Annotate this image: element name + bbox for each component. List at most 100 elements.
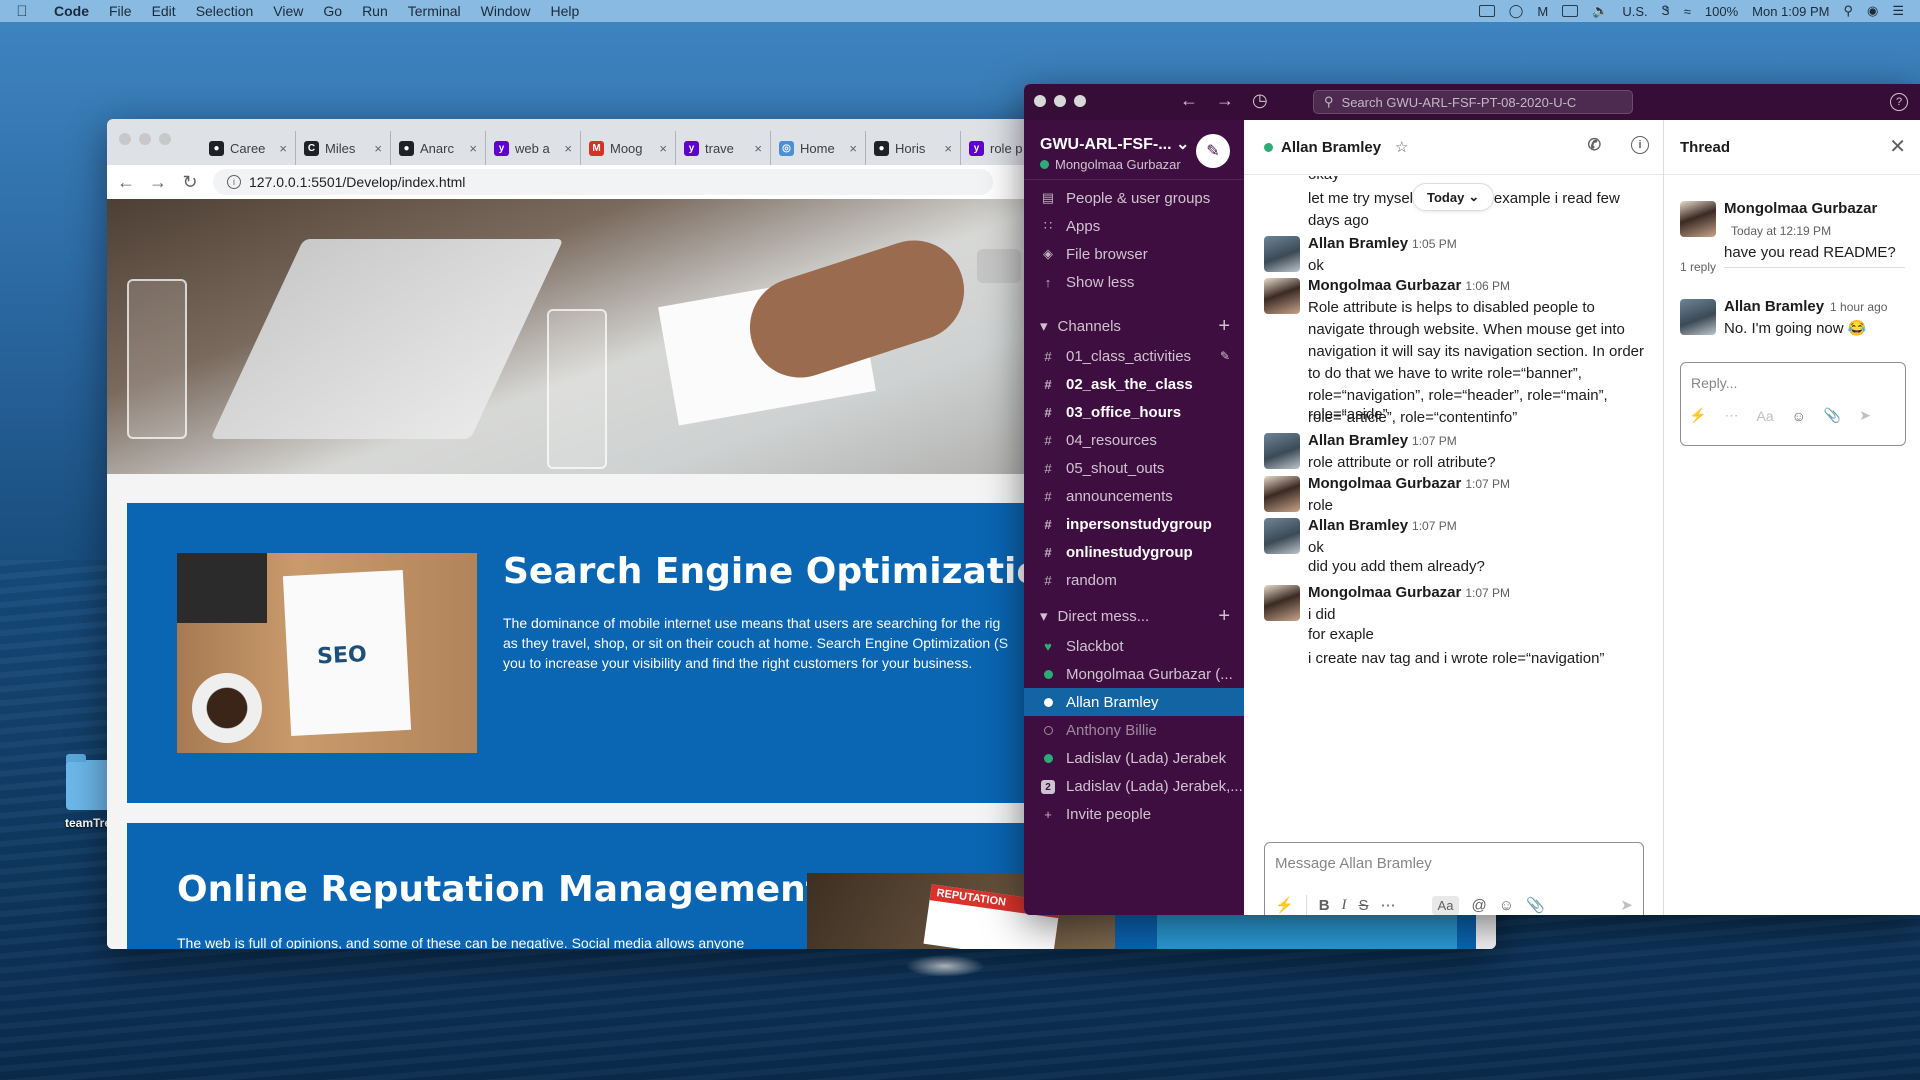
apple-icon[interactable]:  <box>0 3 44 20</box>
back-arrow-icon[interactable]: ← <box>117 172 135 193</box>
shortcuts-icon[interactable]: ⚡ <box>1275 896 1294 914</box>
phone-icon[interactable]: ✆ <box>1588 135 1601 155</box>
attach-icon[interactable]: 📎 <box>1824 407 1841 424</box>
message-time[interactable]: 1:07 PM <box>1412 434 1457 448</box>
close-tab-icon[interactable]: × <box>659 141 667 156</box>
menu-view[interactable]: View <box>263 3 313 19</box>
clock[interactable]: Mon 1:09 PM <box>1752 4 1829 19</box>
close-tab-icon[interactable]: × <box>279 141 287 156</box>
browser-tab[interactable]: M Moog × <box>581 131 676 165</box>
avatar[interactable] <box>1264 236 1300 272</box>
forward-arrow-icon[interactable]: → <box>149 172 167 193</box>
forward-arrow-icon[interactable]: → <box>1216 90 1234 111</box>
message-author[interactable]: Allan Bramley <box>1308 517 1408 534</box>
close-tab-icon[interactable]: × <box>754 141 762 156</box>
message-time[interactable]: 1:07 PM <box>1465 477 1510 491</box>
message[interactable]: Allan Bramley 1:07 PM role attribute or ro… <box>1244 430 1663 474</box>
message[interactable]: Mongolmaa Gurbazar 1:07 PM i did <box>1244 582 1663 626</box>
dm-item[interactable]: Ladislav (Lada) Jerabek <box>1024 744 1244 772</box>
dm-item[interactable]: ♥ Slackbot <box>1024 632 1244 660</box>
channel-item[interactable]: #02_ask_the_class <box>1024 370 1244 398</box>
message-author[interactable]: Allan Bramley <box>1308 432 1408 449</box>
thread-parent-message[interactable]: Mongolmaa Gurbazar Today at 12:19 PM hav… <box>1664 198 1920 264</box>
close-tab-icon[interactable]: × <box>374 141 382 156</box>
avatar[interactable] <box>1264 585 1300 621</box>
dm-item[interactable]: 2 Ladislav (Lada) Jerabek,... <box>1024 772 1244 800</box>
attach-icon[interactable]: 📎 <box>1526 896 1545 914</box>
more-formatting-icon[interactable]: ⋯ <box>1381 896 1396 914</box>
slack-minimize-button[interactable] <box>1054 95 1066 107</box>
bluetooth-icon[interactable]: Ꮥ <box>1662 3 1670 19</box>
message-author[interactable]: Mongolmaa Gurbazar <box>1308 277 1461 294</box>
menu-run[interactable]: Run <box>352 3 398 19</box>
channels-header[interactable]: ▾ Channels + <box>1024 310 1244 342</box>
close-tab-icon[interactable]: × <box>564 141 572 156</box>
sidebar-item-people[interactable]: ▤ People & user groups <box>1024 184 1244 212</box>
chat-title[interactable]: Allan Bramley <box>1281 139 1381 156</box>
zoom-icon[interactable] <box>1478 5 1495 17</box>
message-time[interactable]: 1:06 PM <box>1465 279 1510 293</box>
compose-button[interactable]: ✎ <box>1196 134 1230 168</box>
avatar[interactable] <box>1680 201 1716 237</box>
wifi-icon[interactable]: ≈ <box>1684 4 1691 19</box>
message-time[interactable]: Today at 12:19 PM <box>1731 224 1831 238</box>
browser-tab[interactable]: ● Anarc × <box>391 131 486 165</box>
site-info-icon[interactable]: i <box>227 175 241 189</box>
channel-item[interactable]: #04_resources <box>1024 426 1244 454</box>
formatting-toggle-icon[interactable]: Aa <box>1431 895 1460 915</box>
notification-center-icon[interactable]: ☰ <box>1892 3 1904 19</box>
browser-tab[interactable]: C Miles × <box>296 131 391 165</box>
slack-search-bar[interactable]: ⚲ Search GWU-ARL-FSF-PT-08-2020-U-C <box>1313 90 1633 114</box>
avatar[interactable] <box>1264 518 1300 554</box>
channel-item[interactable]: # inpersonstudygroup <box>1024 510 1244 538</box>
message-input[interactable]: Message Allan Bramley <box>1265 843 1643 885</box>
shortcuts-icon[interactable]: ⚡ <box>1689 407 1706 424</box>
dm-item[interactable]: Allan Bramley <box>1024 688 1244 716</box>
avatar[interactable] <box>1264 278 1300 314</box>
close-tab-icon[interactable]: × <box>849 141 857 156</box>
airdrop-icon[interactable]: ◯ <box>1509 3 1524 19</box>
dm-item[interactable]: Mongolmaa Gurbazar (... <box>1024 660 1244 688</box>
date-divider-today[interactable]: Today ⌄ <box>1412 183 1495 211</box>
minimize-window-button[interactable] <box>139 133 151 145</box>
avatar[interactable] <box>1264 433 1300 469</box>
message[interactable]: Mongolmaa Gurbazar 1:07 PM role <box>1244 473 1663 517</box>
menu-file[interactable]: File <box>99 3 142 19</box>
browser-tab[interactable]: ● Horis × <box>866 131 961 165</box>
add-dm-icon[interactable]: + <box>1218 605 1230 628</box>
message[interactable]: did you add them already? <box>1244 556 1663 578</box>
send-icon[interactable]: ➤ <box>1859 407 1871 424</box>
reload-icon[interactable]: ↻ <box>181 172 199 193</box>
menu-go[interactable]: Go <box>313 3 352 19</box>
sidebar-item-show-less[interactable]: ↑ Show less <box>1024 268 1244 296</box>
emoji-icon[interactable]: ☺ <box>1499 897 1514 914</box>
spotlight-icon[interactable]: ⚲ <box>1843 3 1853 19</box>
channel-item[interactable]: # announcements <box>1024 482 1244 510</box>
message-time[interactable]: 1:07 PM <box>1412 519 1457 533</box>
dm-header[interactable]: ▾ Direct mess... + <box>1024 600 1244 632</box>
help-icon[interactable]: ? <box>1890 93 1908 111</box>
close-tab-icon[interactable]: × <box>944 141 952 156</box>
sidebar-item-apps[interactable]: ∷ Apps <box>1024 212 1244 240</box>
thread-reply-composer[interactable]: Reply... ⚡ ⋯ Aa ☺ 📎 ➤ <box>1680 362 1906 446</box>
battery-status[interactable]: 100% <box>1705 4 1738 19</box>
message-author[interactable]: Allan Bramley <box>1724 298 1824 315</box>
browser-tab[interactable]: ● Caree × <box>201 131 296 165</box>
message[interactable]: Allan Bramley 1:05 PM ok <box>1244 233 1663 277</box>
invite-people-button[interactable]: + Invite people <box>1024 800 1244 828</box>
message-author[interactable]: Mongolmaa Gurbazar <box>1308 584 1461 601</box>
airplay-icon[interactable] <box>1562 5 1579 17</box>
thread-reply-message[interactable]: Allan Bramley 1 hour ago No. I'm going no… <box>1664 296 1920 340</box>
more-formatting-icon[interactable]: ⋯ <box>1724 407 1738 424</box>
message-author[interactable]: Mongolmaa Gurbazar <box>1724 200 1877 217</box>
formatting-toggle-icon[interactable]: Aa <box>1756 408 1773 424</box>
channel-item[interactable]: # onlinestudygroup <box>1024 538 1244 566</box>
channel-item[interactable]: #03_office_hours <box>1024 398 1244 426</box>
message-time[interactable]: 1:07 PM <box>1465 586 1510 600</box>
message-time[interactable]: 1:05 PM <box>1412 237 1457 251</box>
avatar[interactable] <box>1680 299 1716 335</box>
bold-icon[interactable]: B <box>1319 897 1330 914</box>
details-icon[interactable]: i <box>1631 136 1649 154</box>
history-clock-icon[interactable]: ◷ <box>1252 90 1268 111</box>
browser-tab[interactable]: y trave × <box>676 131 771 165</box>
